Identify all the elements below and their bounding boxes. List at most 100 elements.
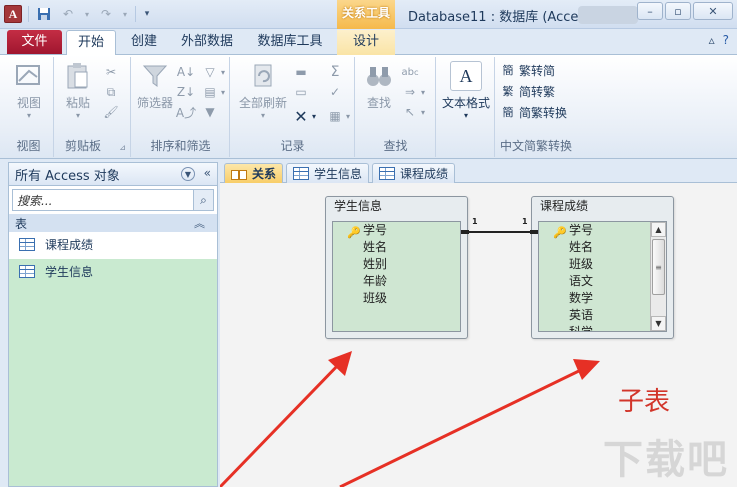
field-list[interactable]: 🔑 学号 姓名 姓别 年龄 班级 — [332, 221, 461, 332]
delete-button[interactable]: ✕ ▾ — [293, 106, 316, 126]
watermark: 下载吧 — [603, 437, 729, 483]
customize-qat-icon[interactable]: ▾ — [142, 5, 152, 23]
replace-icon: ab c — [401, 66, 419, 78]
remove-sort-icon: A⤴ — [175, 105, 197, 120]
nav-item-course-scores[interactable]: 课程成绩 — [9, 232, 217, 256]
minimize-ribbon-icon[interactable]: ▵ — [709, 33, 715, 47]
field-list-scrollbar[interactable]: ▲ ≡ ▼ — [650, 222, 666, 331]
scroll-thumb[interactable]: ≡ — [652, 239, 665, 295]
restore-icon[interactable]: ▫ — [665, 2, 691, 20]
select-button[interactable]: ↖ ▾ — [402, 103, 425, 121]
totals-button[interactable]: Σ — [327, 63, 343, 81]
paste-icon — [62, 61, 94, 91]
table-box-student-info[interactable]: 学生信息 🔑 学号 姓名 姓别 年龄 班级 — [325, 196, 468, 339]
goto-button[interactable]: ⇒ ▾ — [402, 83, 425, 101]
trad-to-simp-button[interactable]: 簡繁转简 — [500, 61, 556, 79]
collapse-pane-icon[interactable]: « — [204, 166, 211, 180]
tab-file[interactable]: 文件 — [7, 30, 62, 54]
tab-database-tools[interactable]: 数据库工具 — [250, 30, 330, 55]
save-record-button[interactable]: ▭ — [293, 83, 309, 101]
spelling-button[interactable]: ✓ — [327, 83, 343, 101]
field-row[interactable]: 🔑 学号 — [539, 222, 666, 239]
ribbon-right-controls: ▵ ? — [709, 33, 729, 47]
group-views: 视图 ▾ 视图 — [4, 57, 54, 157]
field-row[interactable]: 🔑 学号 — [333, 222, 460, 239]
paste-button[interactable]: 粘贴 ▾ — [61, 61, 95, 120]
selection-filter-button[interactable]: ▽ ▾ — [202, 63, 225, 81]
delete-icon: ✕ — [294, 106, 308, 126]
save-icon[interactable] — [35, 5, 53, 23]
redo-dropdown-icon[interactable]: ▾ — [121, 5, 129, 23]
relationships-canvas[interactable]: 学生信息 🔑 学号 姓名 姓别 年龄 班级 课程成绩 🔑 学号 姓名 班级 语文 数… — [220, 183, 737, 487]
replace-button[interactable]: ab c — [401, 63, 419, 81]
cut-button[interactable]: ✂ — [103, 63, 119, 81]
nav-item-student-info[interactable]: 学生信息 — [9, 259, 217, 283]
doc-tab-course-scores[interactable]: 课程成绩 — [372, 163, 456, 183]
copy-icon: ⧉ — [106, 84, 116, 99]
new-record-button[interactable]: ▬ — [293, 63, 309, 81]
chinese-convert-button[interactable]: 簡简繁转换 — [500, 103, 568, 121]
cardinality-left: 1 — [472, 217, 478, 226]
redo-icon[interactable]: ↷ — [97, 5, 115, 23]
nav-search-input[interactable]: 搜索... ⌕ — [12, 189, 214, 211]
chevron-up-icon[interactable]: ︽ — [194, 215, 205, 231]
nav-section-tables[interactable]: 表 ︽ — [9, 214, 217, 232]
format-painter-button[interactable]: 🖌 — [103, 103, 119, 121]
field-row[interactable]: 班级 — [539, 256, 666, 273]
scroll-up-icon[interactable]: ▲ — [651, 222, 666, 237]
text-format-button[interactable]: A 文本格式 ▾ — [439, 61, 493, 120]
dialog-launcher-icon[interactable]: ⊿ — [119, 143, 126, 152]
simp-to-trad-button[interactable]: 繁简转繁 — [500, 82, 556, 100]
refresh-all-button[interactable]: 全部刷新 ▾ — [235, 61, 291, 120]
table-box-course-scores[interactable]: 课程成绩 🔑 学号 姓名 班级 语文 数学 英语 科学 ▲ ≡ ▼ — [531, 196, 674, 339]
minimize-icon[interactable]: – — [637, 2, 663, 20]
table-box-title[interactable]: 学生信息 — [326, 197, 467, 215]
tab-home[interactable]: 开始 — [66, 30, 116, 55]
nav-menu-icon[interactable]: ▼ — [181, 167, 195, 181]
undo-dropdown-icon[interactable]: ▾ — [83, 5, 91, 23]
tab-external-data[interactable]: 外部数据 — [174, 30, 240, 55]
sort-ascending-button[interactable]: A↓ — [177, 63, 195, 81]
view-button[interactable]: 视图 ▾ — [12, 61, 46, 120]
title-redaction — [578, 6, 638, 24]
doc-tab-student-info[interactable]: 学生信息 — [286, 163, 370, 183]
annotation-arrow-right — [339, 366, 586, 487]
field-row[interactable]: 姓名 — [333, 239, 460, 256]
field-row[interactable]: 姓名 — [539, 239, 666, 256]
selection-filter-icon: ▽ — [205, 65, 215, 79]
group-label-sort-filter: 排序和筛选 — [150, 139, 211, 153]
help-icon[interactable]: ? — [723, 33, 729, 47]
remove-sort-button[interactable]: A⤴ — [175, 103, 197, 121]
field-list[interactable]: 🔑 学号 姓名 班级 语文 数学 英语 科学 ▲ ≡ ▼ — [538, 221, 667, 332]
field-name: 姓名 — [363, 240, 388, 254]
advanced-filter-button[interactable]: ▤ ▾ — [202, 83, 225, 101]
tab-design[interactable]: 设计 — [337, 30, 395, 55]
sort-descending-button[interactable]: Z↓ — [177, 83, 195, 101]
field-name: 数学 — [569, 291, 594, 305]
field-row[interactable]: 语文 — [539, 273, 666, 290]
chinese-convert-label: 简繁转换 — [519, 105, 568, 120]
field-row[interactable]: 姓别 — [333, 256, 460, 273]
scroll-down-icon[interactable]: ▼ — [651, 316, 666, 331]
doc-tab-relationships[interactable]: 关系 — [224, 163, 284, 183]
group-label-views: 视图 — [16, 139, 41, 153]
copy-button[interactable]: ⧉ — [103, 83, 119, 101]
ribbon-tabs: 文件 开始 创建 外部数据 数据库工具 设计 ▵ ? — [0, 29, 737, 55]
field-row[interactable]: 年龄 — [333, 273, 460, 290]
field-row[interactable]: 科学 — [539, 324, 666, 331]
tab-create[interactable]: 创建 — [120, 30, 168, 55]
filter-button[interactable]: 筛选器 — [134, 61, 176, 111]
access-app-icon[interactable]: A — [4, 5, 22, 23]
nav-pane-header[interactable]: 所有 Access 对象 ▼ « — [9, 163, 217, 186]
more-records-button[interactable]: ▦ ▾ — [327, 107, 350, 125]
table-box-title[interactable]: 课程成绩 — [532, 197, 673, 215]
find-button[interactable]: 查找 — [362, 61, 396, 111]
field-row[interactable]: 班级 — [333, 290, 460, 307]
undo-icon[interactable]: ↶ — [59, 5, 77, 23]
field-row[interactable]: 数学 — [539, 290, 666, 307]
toggle-filter-button[interactable]: ▼ — [202, 103, 218, 121]
group-text-format: A 文本格式 ▾ — [437, 57, 495, 157]
close-icon[interactable]: ✕ — [693, 2, 733, 20]
search-icon[interactable]: ⌕ — [193, 190, 213, 210]
field-row[interactable]: 英语 — [539, 307, 666, 324]
